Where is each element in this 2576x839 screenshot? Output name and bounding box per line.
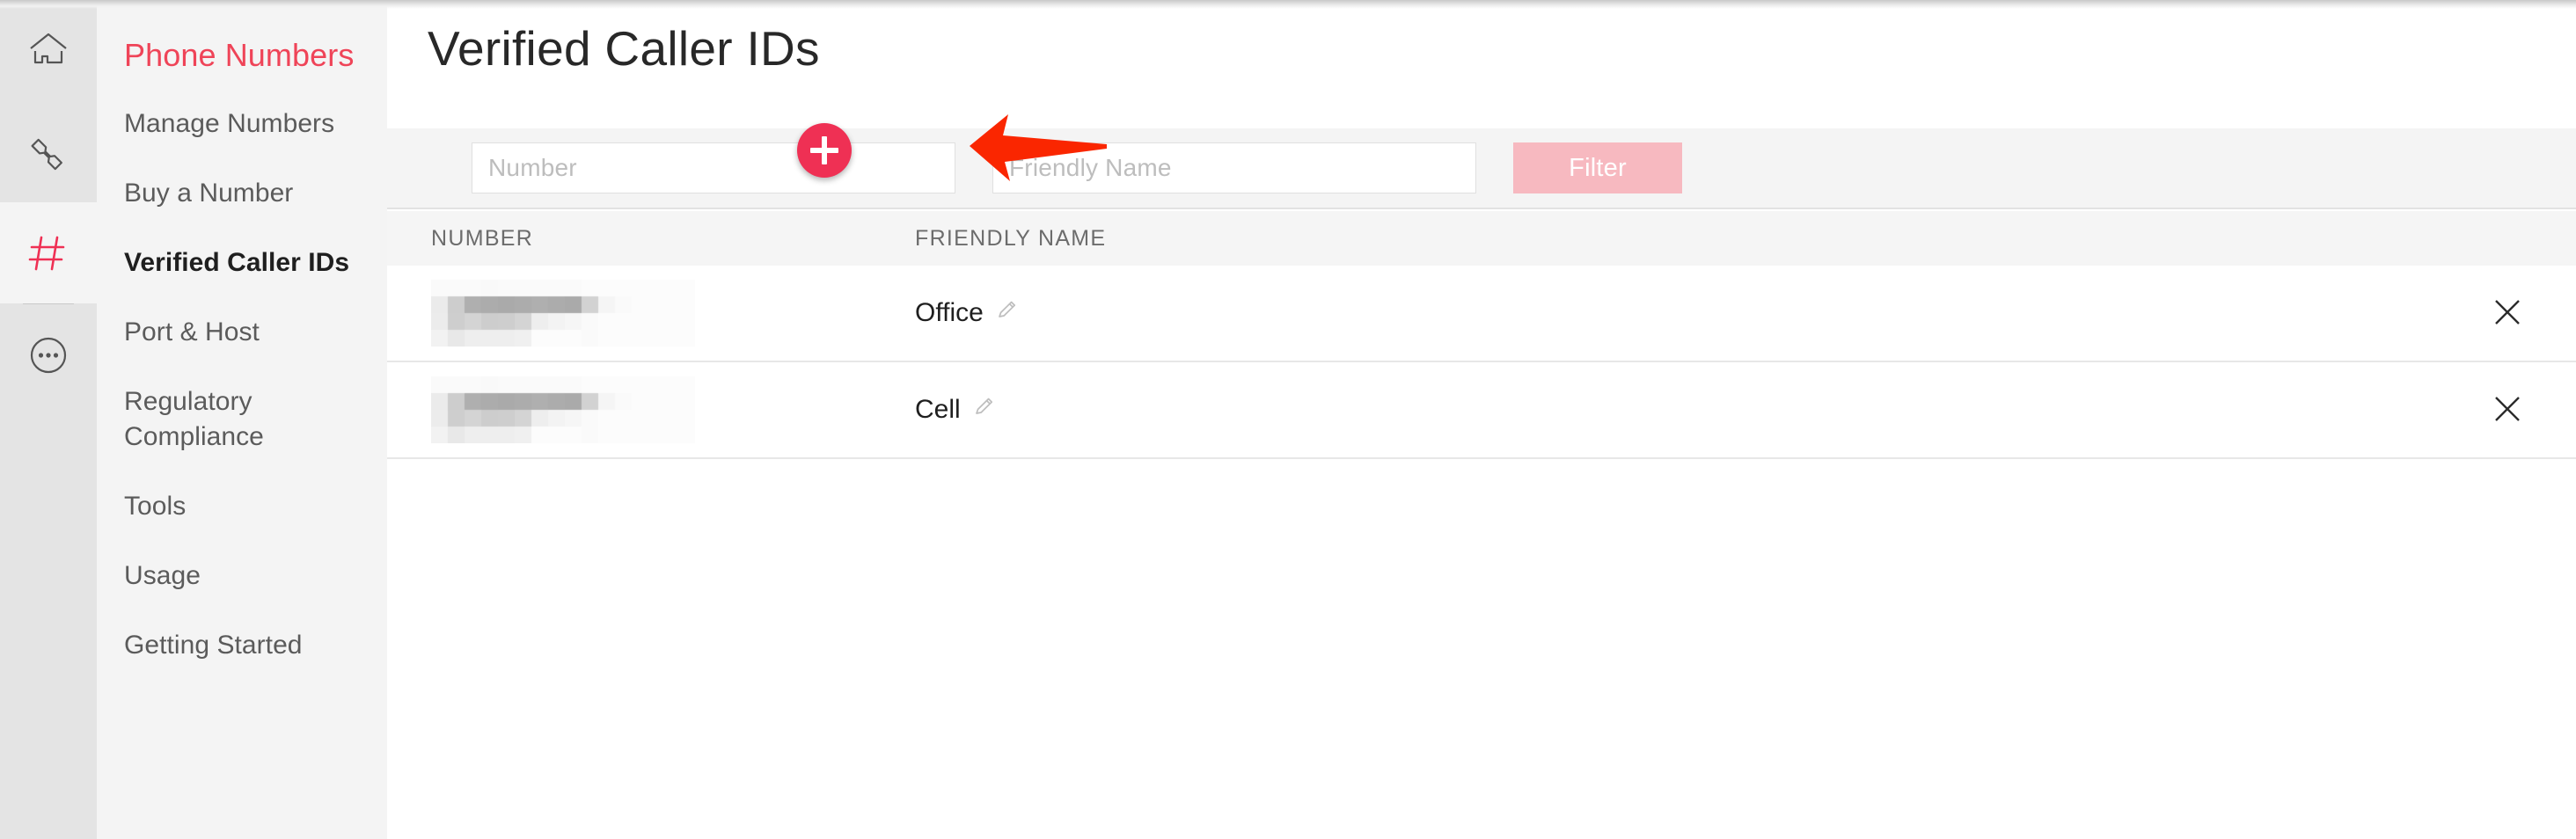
rail-item-phone-numbers[interactable]: [0, 202, 97, 303]
sidebar-item-verified-caller-ids[interactable]: Verified Caller IDs: [97, 245, 387, 280]
close-icon: [2492, 297, 2522, 330]
rail-item-more[interactable]: [0, 304, 97, 405]
table-row[interactable]: Cell: [387, 362, 2576, 459]
rail-item-home[interactable]: [0, 0, 97, 101]
redacted-phone-number: [431, 376, 695, 443]
delete-row-button[interactable]: [2488, 294, 2527, 332]
sidebar-title: Phone Numbers: [124, 37, 355, 73]
cell-number: [431, 266, 915, 361]
table-row[interactable]: Office: [387, 266, 2576, 362]
friendly-name-text: Cell: [915, 395, 961, 424]
friendly-name-filter-placeholder: Friendly Name: [1009, 154, 1172, 181]
column-header-friendly-name: FRIENDLY NAME: [915, 225, 1107, 251]
table-header: NUMBER FRIENDLY NAME: [387, 211, 2576, 266]
filter-bar: Number Friendly Name Filter: [387, 128, 2576, 209]
ellipsis-circle-icon: [26, 332, 71, 378]
cell-friendly-name: Cell: [915, 395, 996, 425]
filter-button[interactable]: Filter: [1513, 142, 1682, 193]
cell-friendly-name: Office: [915, 298, 1019, 328]
hash-icon: [24, 229, 73, 278]
main-content: Verified Caller IDs Number Friendly Name…: [387, 0, 2576, 839]
sidebar-item-tools[interactable]: Tools: [97, 489, 387, 523]
sidebar-nav-list: Manage Numbers Buy a Number Verified Cal…: [97, 106, 387, 662]
sidebar-item-getting-started[interactable]: Getting Started: [97, 628, 387, 662]
table-body: Office Cell: [387, 266, 2576, 459]
pencil-icon[interactable]: [996, 298, 1019, 328]
sidebar-item-usage[interactable]: Usage: [97, 558, 387, 593]
add-caller-id-button[interactable]: [797, 123, 852, 178]
delete-row-button[interactable]: [2488, 390, 2527, 429]
page-title: Verified Caller IDs: [428, 21, 820, 76]
number-filter-placeholder: Number: [488, 154, 577, 181]
friendly-name-text: Office: [915, 298, 984, 327]
rail-item-calls[interactable]: [0, 101, 97, 202]
number-filter-input[interactable]: Number: [472, 142, 955, 193]
column-header-number: NUMBER: [431, 225, 534, 251]
sidebar-item-buy-a-number[interactable]: Buy a Number: [97, 176, 387, 210]
cell-number: [431, 362, 915, 457]
redacted-phone-number: [431, 280, 695, 347]
phone-icon: [26, 129, 71, 175]
close-icon: [2492, 394, 2522, 427]
icon-rail: [0, 0, 97, 839]
sidebar-item-port-and-host[interactable]: Port & Host: [97, 315, 387, 349]
sidebar-item-manage-numbers[interactable]: Manage Numbers: [97, 106, 387, 141]
pencil-icon[interactable]: [973, 395, 996, 425]
friendly-name-filter-input[interactable]: Friendly Name: [992, 142, 1476, 193]
sidebar-item-regulatory-compliance[interactable]: Regulatory Compliance: [97, 384, 299, 454]
sidebar: Phone Numbers Manage Numbers Buy a Numbe…: [97, 0, 387, 839]
home-icon: [26, 28, 71, 74]
app-root: Phone Numbers Manage Numbers Buy a Numbe…: [0, 0, 2576, 839]
